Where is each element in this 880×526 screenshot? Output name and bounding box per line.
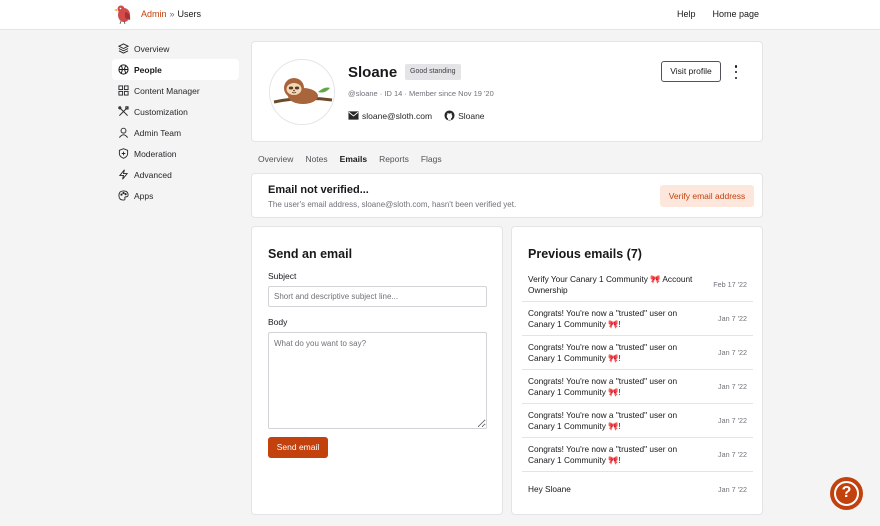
email-row[interactable]: Congrats! You're now a "trusted" user on… — [522, 404, 753, 438]
verify-email-button[interactable]: Verify email address — [660, 185, 754, 207]
email-row[interactable]: Congrats! You're now a "trusted" user on… — [522, 370, 753, 404]
sidebar-item-moderation[interactable]: Moderation — [112, 143, 239, 164]
github-icon — [444, 110, 455, 121]
bolt-icon — [118, 169, 129, 180]
send-email-button[interactable]: Send email — [268, 437, 328, 458]
send-email-title: Send an email — [268, 247, 353, 261]
question-mark-icon: ? — [834, 481, 859, 506]
email-date: Jan 7 '22 — [718, 416, 747, 425]
email-date: Jan 7 '22 — [718, 382, 747, 391]
profile-contacts: sloane@sloth.com Sloane — [348, 110, 497, 121]
tab-notes[interactable]: Notes — [305, 154, 327, 164]
sidebar-item-customization[interactable]: Customization — [112, 101, 239, 122]
help-button[interactable]: ? — [830, 477, 863, 510]
subject-label: Subject — [268, 271, 297, 281]
previous-emails-card: Previous emails (7) Verify Your Canary 1… — [511, 226, 763, 515]
layers-icon — [118, 43, 129, 54]
sidebar-item-people[interactable]: People — [112, 59, 239, 80]
previous-emails-title: Previous emails (7) — [528, 247, 642, 261]
sidebar-item-label: Apps — [134, 190, 154, 201]
email-contact[interactable]: sloane@sloth.com — [348, 110, 432, 121]
sidebar-item-advanced[interactable]: Advanced — [112, 164, 239, 185]
profile-github: Sloane — [458, 110, 485, 121]
email-subject: Congrats! You're now a "trusted" user on… — [528, 410, 678, 431]
sidebar-item-label: Content Manager — [134, 85, 200, 96]
email-subject: Congrats! You're now a "trusted" user on… — [528, 376, 678, 397]
email-date: Jan 7 '22 — [718, 450, 747, 459]
email-row[interactable]: Hey Sloane Jan 7 '22 — [522, 472, 753, 506]
email-subject: Congrats! You're now a "trusted" user on… — [528, 342, 678, 363]
sidebar-item-label: Admin Team — [134, 127, 182, 138]
profile-tabs: Overview Notes Emails Reports Flags — [258, 154, 442, 164]
sidebar-item-label: Customization — [134, 106, 188, 117]
grid-icon — [118, 85, 129, 96]
sloth-avatar-image — [270, 60, 334, 124]
tools-icon — [118, 106, 129, 116]
sidebar-item-apps[interactable]: Apps — [112, 185, 239, 206]
body-input[interactable] — [268, 332, 487, 429]
profile-meta: @sloane · ID 14 · Member since Nov 19 '2… — [348, 89, 494, 98]
body-label: Body — [268, 317, 288, 327]
breadcrumb-separator: » — [169, 9, 175, 19]
send-email-card: Send an email Subject Body Send email — [251, 226, 503, 515]
email-row[interactable]: Congrats! You're now a "trusted" user on… — [522, 302, 753, 336]
tab-emails[interactable]: Emails — [340, 154, 367, 164]
shield-icon — [118, 148, 129, 159]
sidebar-item-content-manager[interactable]: Content Manager — [112, 80, 239, 101]
tab-reports[interactable]: Reports — [379, 154, 409, 164]
email-verification-card: Email not verified... The user's email a… — [251, 173, 763, 218]
email-subject: Hey Sloane — [528, 483, 571, 494]
status-badge: Good standing — [405, 64, 461, 80]
top-bar: Admin» Users Help Home page — [0, 0, 880, 30]
help-link[interactable]: Help — [677, 9, 696, 19]
top-links: Help Home page — [677, 9, 759, 19]
sidebar-item-admin-team[interactable]: Admin Team — [112, 122, 239, 143]
verify-title: Email not verified... — [268, 184, 369, 196]
subject-input[interactable] — [268, 286, 487, 307]
github-contact[interactable]: Sloane — [444, 110, 485, 121]
home-page-link[interactable]: Home page — [712, 9, 759, 19]
sidebar-item-label: Moderation — [134, 148, 177, 159]
email-date: Jan 7 '22 — [718, 314, 747, 323]
sidebar-item-label: Overview — [134, 43, 170, 54]
profile-name: Sloane — [348, 64, 398, 81]
user-icon — [119, 127, 128, 138]
profile-email: sloane@sloth.com — [362, 110, 433, 121]
breadcrumb-current: Users — [177, 9, 202, 19]
globe-icon — [118, 64, 129, 75]
email-date: Feb 17 '22 — [713, 280, 747, 289]
sidebar-item-label: People — [134, 64, 162, 75]
email-row[interactable]: Verify Your Canary 1 Community 🎀 Account… — [522, 268, 753, 302]
sidebar: Overview People Content Manager Customiz… — [112, 38, 239, 206]
sidebar-item-overview[interactable]: Overview — [112, 38, 239, 59]
tab-overview[interactable]: Overview — [258, 154, 293, 164]
verify-description: The user's email address, sloane@sloth.c… — [268, 200, 517, 209]
mail-icon — [348, 111, 359, 120]
breadcrumb: Admin» Users — [141, 9, 201, 19]
email-subject: Verify Your Canary 1 Community 🎀 Account… — [528, 274, 693, 295]
email-date: Jan 7 '22 — [718, 348, 747, 357]
email-date: Jan 7 '22 — [718, 484, 747, 494]
email-row[interactable]: Congrats! You're now a "trusted" user on… — [522, 438, 753, 472]
email-row[interactable]: Congrats! You're now a "trusted" user on… — [522, 336, 753, 370]
more-options-icon[interactable] — [730, 65, 742, 79]
email-subject: Congrats! You're now a "trusted" user on… — [528, 308, 678, 329]
email-subject: Congrats! You're now a "trusted" user on… — [528, 444, 678, 465]
visit-profile-button[interactable]: Visit profile — [661, 61, 721, 82]
breadcrumb-admin-link[interactable]: Admin — [141, 9, 167, 19]
tab-flags[interactable]: Flags — [421, 154, 442, 164]
palette-icon — [118, 190, 129, 201]
bird-logo-icon[interactable] — [112, 3, 134, 25]
sidebar-item-label: Advanced — [134, 169, 172, 180]
avatar[interactable] — [269, 59, 335, 125]
email-list: Verify Your Canary 1 Community 🎀 Account… — [522, 268, 753, 506]
profile-card: Sloane Good standing @sloane · ID 14 · M… — [251, 41, 763, 142]
